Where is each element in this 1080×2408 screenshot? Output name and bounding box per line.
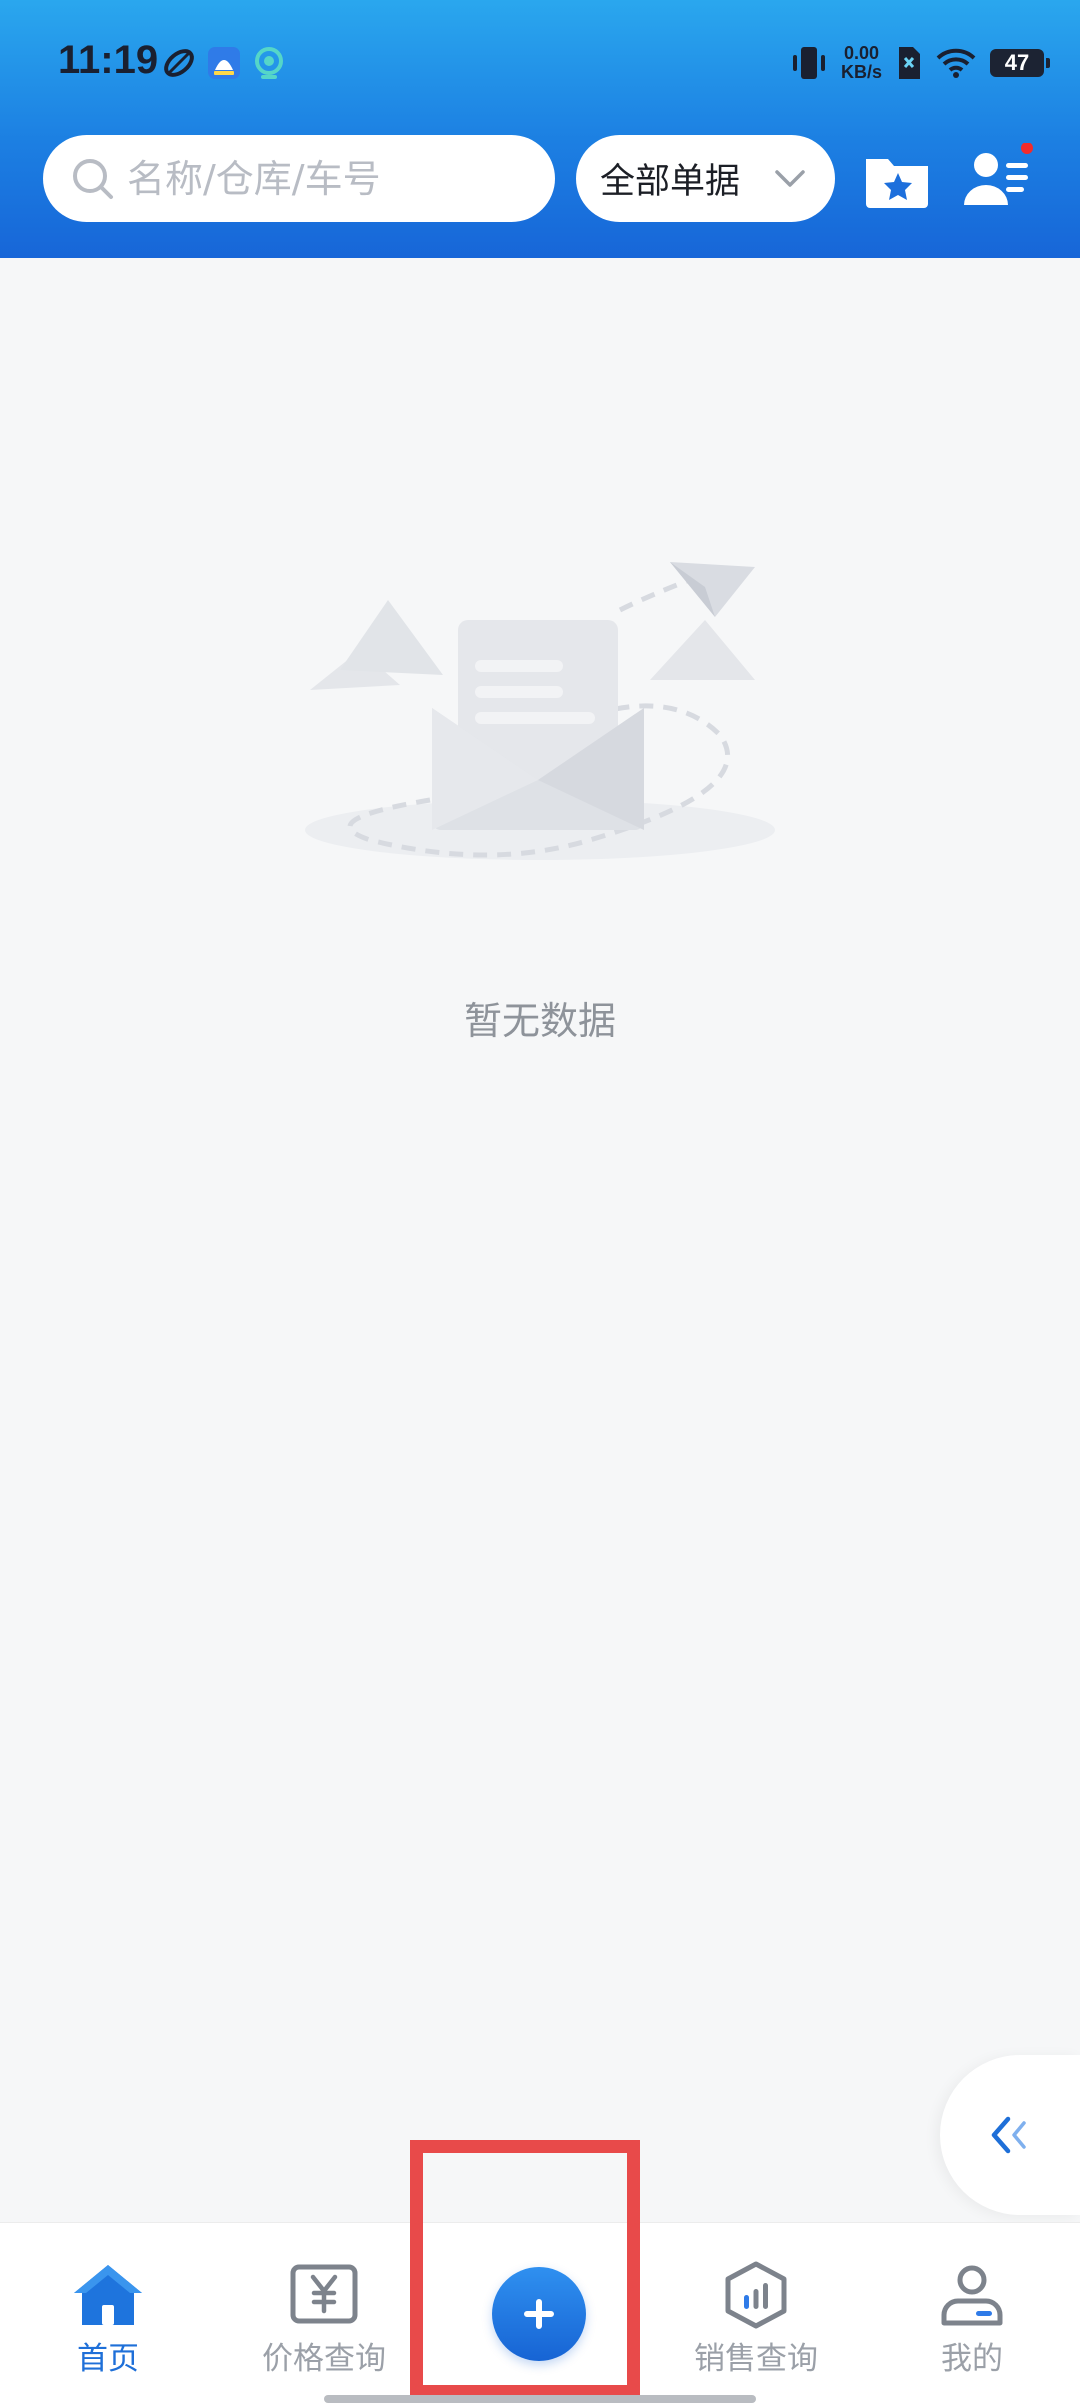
home-indicator[interactable] [324,2395,756,2403]
highlight-box [410,2140,640,2398]
nav-label-price-query: 价格查询 [262,2341,386,2377]
price-yen-icon [290,2264,358,2324]
home-icon [74,2265,142,2325]
nav-item-profile[interactable]: 我的 [864,2223,1080,2408]
qq-notify-icon [208,47,240,79]
status-right-group: 0.00 KB/s 47 [791,38,1050,88]
search-box[interactable] [43,135,555,222]
battery-icon: 47 [990,49,1050,77]
status-bar: 11:19 0.00 KB/s 47 [0,0,1080,125]
user-settings-icon[interactable] [962,143,1034,215]
nav-label-home: 首页 [77,2341,139,2377]
status-time: 11:19 [58,38,159,82]
document-filter-select[interactable]: 全部单据 [576,135,835,222]
profile-icon [941,2265,1003,2326]
empty-state-text: 暂无数据 [463,999,616,1043]
net-speed-unit: KB/s [840,62,882,82]
sales-chart-icon [725,2261,787,2329]
vibrate-icon [792,47,825,79]
net-speed-value: 0.00 [843,43,880,63]
chevron-down-icon [775,170,805,187]
nav-item-home[interactable]: 首页 [0,2223,216,2408]
wifi-icon [936,48,976,78]
nav-item-price-query[interactable]: 价格查询 [216,2223,432,2408]
nav-label-profile: 我的 [941,2341,1003,2377]
collapse-panel-tab[interactable] [940,2055,1080,2215]
leaf-app-icon [164,49,194,77]
net-speed: 0.00 KB/s [841,44,882,82]
no-sim-icon [899,47,920,79]
favorites-folder-icon[interactable] [862,143,934,215]
browser-notify-icon [255,47,283,79]
empty-mailbox-illustration [305,562,775,860]
filter-label: 全部单据 [600,162,741,202]
search-input[interactable] [127,156,547,201]
search-icon [73,158,113,199]
nav-label-sales-query: 销售查询 [694,2341,818,2377]
nav-item-sales-query[interactable]: 销售查询 [648,2223,864,2408]
app-header: 11:19 0.00 KB/s 47 名称/仓库/车号 全部单据 [0,0,1080,258]
double-chevron-left-icon [991,2116,1026,2154]
